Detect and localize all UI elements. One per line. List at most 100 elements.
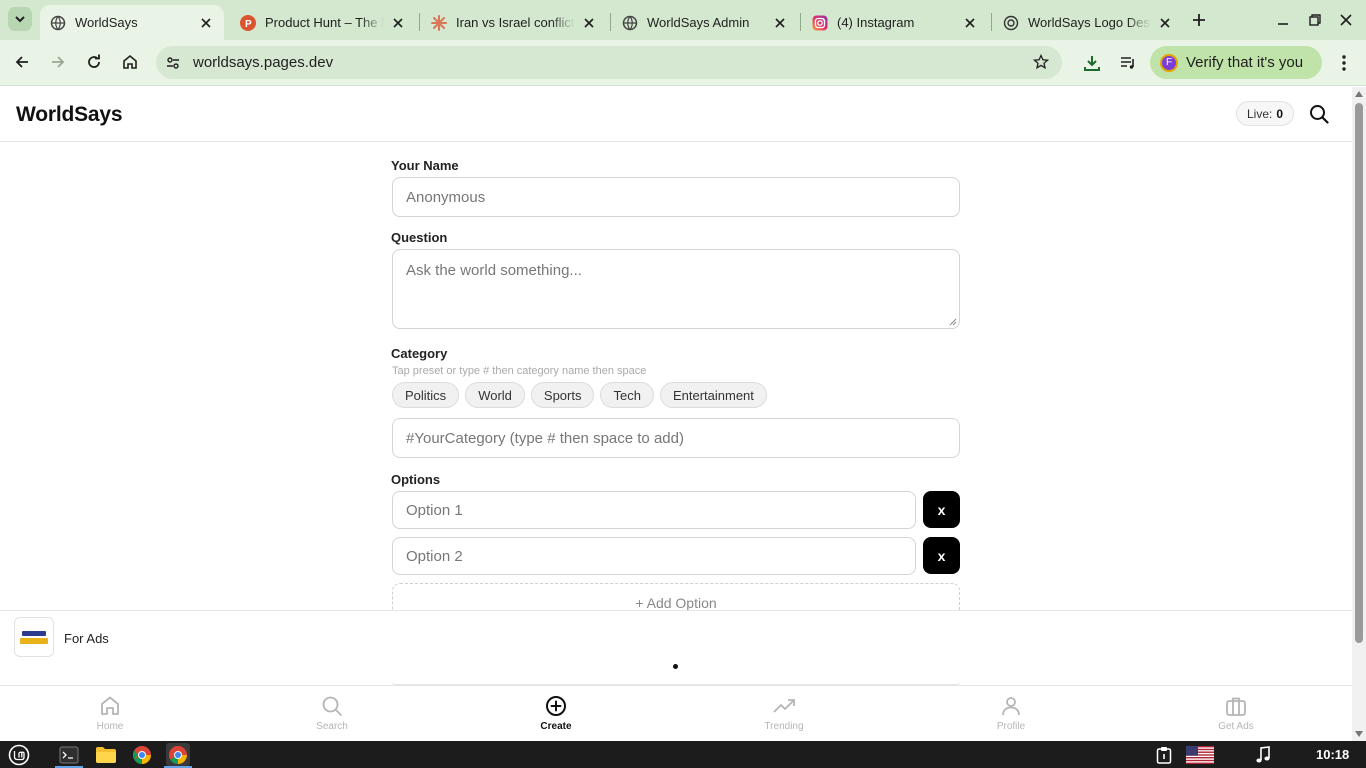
ad-logo-mark (22, 630, 46, 636)
verify-label: Verify that it's you (1186, 54, 1304, 71)
more-vertical-icon (1342, 55, 1346, 71)
search-icon (1310, 105, 1329, 124)
scroll-up-arrow-icon[interactable] (1355, 91, 1363, 97)
name-input[interactable]: Anonymous (392, 177, 960, 217)
close-icon[interactable] (962, 15, 978, 31)
tab-iran-israel[interactable]: Iran vs Israel conflict (421, 5, 607, 40)
arrow-left-icon (15, 56, 28, 68)
globe-icon (622, 15, 638, 31)
tab-logo-design[interactable]: WorldSays Logo Des (993, 5, 1183, 40)
resize-handle-icon[interactable] (949, 318, 957, 326)
site-header: WorldSays Live: 0 (0, 87, 1352, 142)
chrome-launcher[interactable] (130, 743, 154, 766)
nav-create[interactable]: Create (516, 694, 596, 732)
terminal-launcher[interactable] (57, 743, 81, 766)
chip-tech[interactable]: Tech (600, 382, 654, 408)
system-clock[interactable]: 10:18 (1316, 747, 1349, 762)
browser-tab-strip: WorldSays P Product Hunt – The L Iran vs… (0, 0, 1366, 40)
ad-label[interactable]: For Ads (64, 631, 109, 646)
os-taskbar: 10:18 (0, 741, 1366, 768)
chevron-down-icon (15, 16, 25, 23)
tab-title: Product Hunt – The L (265, 15, 384, 30)
custom-category-input[interactable]: #YourCategory (type # then space to add) (392, 418, 960, 458)
tab-separator (800, 13, 801, 31)
nav-home[interactable]: Home (70, 694, 150, 732)
scroll-thumb[interactable] (1355, 103, 1363, 643)
close-icon[interactable] (198, 15, 214, 31)
home-button[interactable] (119, 51, 141, 73)
address-bar[interactable]: worldsays.pages.dev (156, 46, 1062, 79)
files-launcher[interactable] (94, 743, 118, 766)
site-settings-icon[interactable] (164, 54, 182, 72)
header-search-button[interactable] (1308, 103, 1330, 125)
download-icon (1084, 56, 1100, 71)
tab-product-hunt[interactable]: P Product Hunt – The L (230, 5, 416, 40)
ad-carousel-dot[interactable] (673, 664, 678, 669)
clipboard-icon (1156, 746, 1172, 764)
chip-sports[interactable]: Sports (530, 382, 595, 408)
reload-icon (88, 54, 100, 68)
nav-profile-label: Profile (996, 721, 1026, 732)
download-button[interactable] (1081, 52, 1103, 74)
tab-instagram[interactable]: (4) Instagram (802, 5, 988, 40)
chip-entertainment[interactable]: Entertainment (659, 382, 767, 408)
close-icon[interactable] (581, 15, 597, 31)
tab-search-button[interactable] (8, 7, 32, 31)
ad-banner: For Ads (0, 610, 1352, 685)
remove-option-1-button[interactable]: x (923, 491, 960, 528)
start-menu-button[interactable] (7, 743, 31, 766)
clipboard-tray[interactable] (1152, 743, 1176, 766)
media-control-button[interactable] (1117, 52, 1139, 74)
nav-create-label: Create (540, 721, 572, 732)
scroll-down-arrow-icon[interactable] (1355, 731, 1363, 737)
nav-search[interactable]: Search (292, 694, 372, 732)
ad-logo[interactable] (14, 617, 54, 657)
site-logo[interactable]: WorldSays (16, 103, 123, 127)
back-button[interactable] (11, 51, 33, 73)
restore-button[interactable] (1305, 10, 1325, 30)
chip-world[interactable]: World (465, 382, 525, 408)
ad-logo-mark (20, 637, 48, 644)
add-option-button[interactable]: + Add Option (392, 583, 960, 610)
minimize-button[interactable] (1273, 10, 1293, 30)
page-scrollbar[interactable] (1352, 87, 1366, 741)
close-icon[interactable] (772, 15, 788, 31)
chip-politics[interactable]: Politics (392, 382, 460, 408)
bookmark-star-icon[interactable] (1032, 53, 1050, 71)
browser-toolbar: worldsays.pages.dev F Verify that it's y… (0, 40, 1366, 86)
category-hint: Tap preset or type # then category name … (392, 365, 647, 377)
forward-button[interactable] (47, 51, 69, 73)
verify-identity-button[interactable]: F Verify that it's you (1150, 46, 1322, 79)
new-tab-button[interactable] (1188, 9, 1210, 31)
restore-icon (1309, 14, 1321, 26)
tab-title: WorldSays Logo Des (1028, 15, 1150, 30)
nav-get-ads[interactable]: Get Ads (1196, 694, 1276, 732)
keyboard-layout-tray[interactable] (1186, 743, 1214, 766)
nav-trending-label: Trending (764, 721, 804, 732)
close-icon[interactable] (1157, 15, 1173, 31)
music-note-icon (1256, 745, 1270, 762)
chrome-window-button[interactable] (166, 743, 190, 766)
tab-worldsays[interactable]: WorldSays (40, 5, 224, 40)
option-1-input[interactable]: Option 1 (392, 491, 916, 529)
nav-trending[interactable]: Trending (744, 694, 824, 732)
remove-option-2-button[interactable]: x (923, 537, 960, 574)
nav-get-ads-label: Get Ads (1218, 721, 1254, 732)
sound-tray[interactable] (1251, 743, 1275, 766)
trending-icon (772, 694, 796, 718)
close-icon[interactable] (390, 15, 406, 31)
option-2-input[interactable]: Option 2 (392, 537, 916, 575)
home-icon (123, 54, 137, 69)
close-window-button[interactable] (1336, 10, 1356, 30)
plus-circle-icon (544, 694, 568, 718)
nav-profile[interactable]: Profile (971, 694, 1051, 732)
close-icon (1340, 14, 1352, 26)
reload-button[interactable] (83, 51, 105, 73)
browser-menu-button[interactable] (1333, 52, 1355, 74)
create-poll-form: Your Name Anonymous Question Ask the wor… (0, 142, 1352, 610)
terminal-icon (59, 746, 79, 763)
question-placeholder: Ask the world something... (406, 262, 582, 279)
live-label: Live: (1247, 106, 1273, 121)
tab-worldsays-admin[interactable]: WorldSays Admin (612, 5, 798, 40)
question-textarea[interactable]: Ask the world something... (392, 249, 960, 329)
